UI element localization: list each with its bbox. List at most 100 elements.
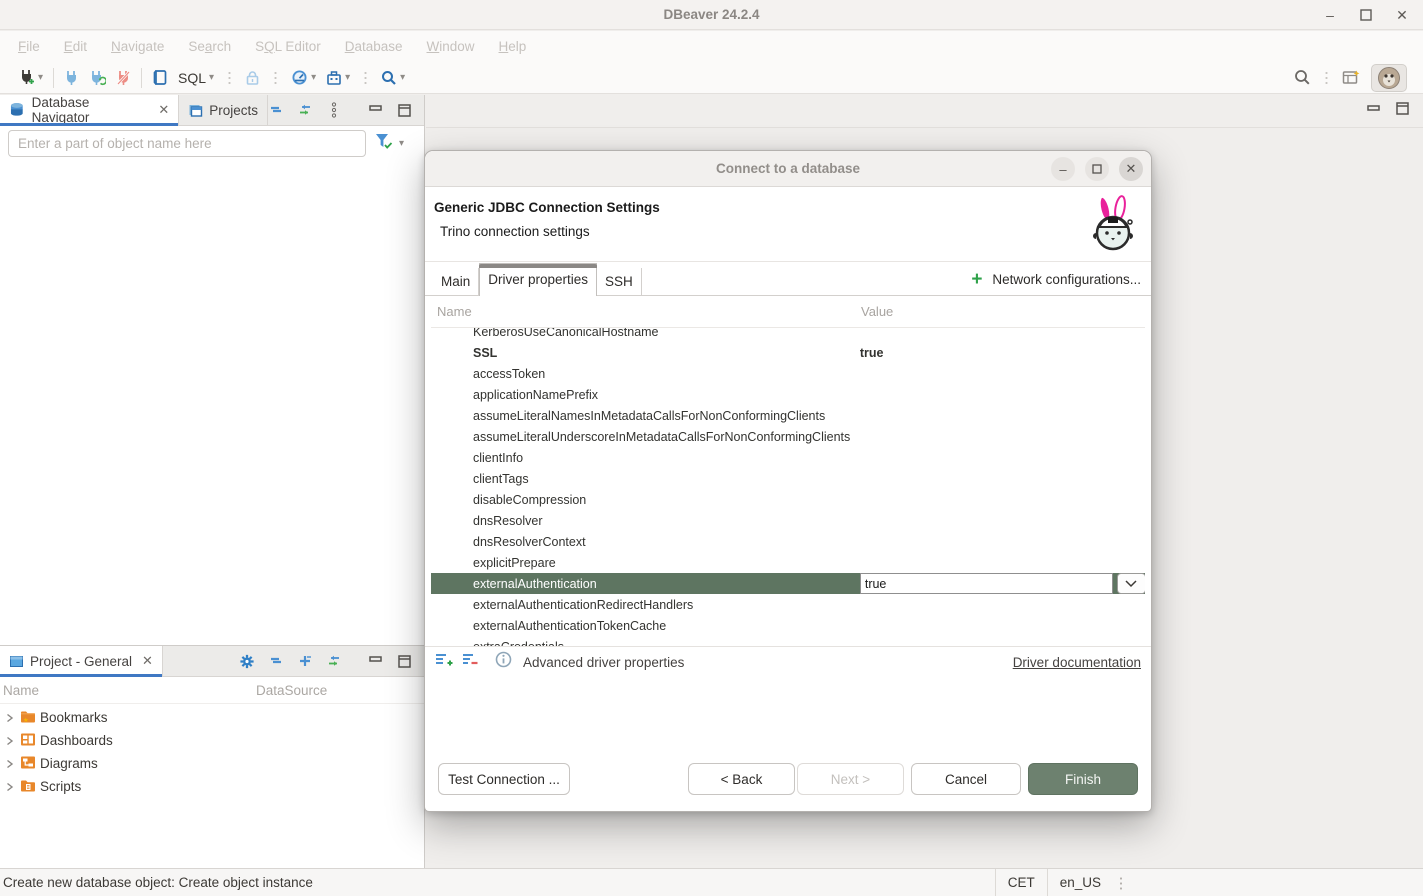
window-close-button[interactable]: ✕	[1391, 4, 1413, 26]
diagrams-icon	[20, 755, 36, 773]
menu-file[interactable]: File	[6, 31, 52, 62]
locale-indicator[interactable]: en_US	[1047, 869, 1113, 896]
chevron-down-icon[interactable]: ▾	[399, 138, 404, 149]
property-row[interactable]: accessToken	[431, 363, 1145, 384]
property-row[interactable]: SSLtrue	[431, 342, 1145, 363]
menu-search[interactable]: Search	[176, 31, 243, 62]
column-header-datasource[interactable]: DataSource	[256, 683, 327, 698]
property-name: KerberosUseCanonicalHostname	[431, 328, 860, 339]
property-row[interactable]: applicationNamePrefix	[431, 384, 1145, 405]
expander-chevron-icon[interactable]	[6, 713, 16, 723]
property-row[interactable]: dnsResolverContext	[431, 531, 1145, 552]
link-with-editor-icon[interactable]	[326, 653, 342, 669]
menu-database[interactable]: Database	[333, 31, 415, 62]
sql-dropdown-button[interactable]: SQL ▾	[176, 66, 216, 90]
property-name: externalAuthentication	[431, 577, 860, 591]
property-row[interactable]: assumeLiteralUnderscoreInMetadataCallsFo…	[431, 426, 1145, 447]
connect-button[interactable]	[62, 66, 81, 90]
close-icon[interactable]: ✕	[158, 102, 169, 118]
minimize-icon[interactable]	[1367, 102, 1380, 120]
finish-button[interactable]: Finish	[1028, 763, 1138, 795]
expand-all-icon[interactable]	[297, 653, 313, 669]
column-header-name[interactable]: Name	[0, 683, 256, 698]
property-value-input[interactable]	[860, 573, 1113, 594]
minimize-icon[interactable]	[367, 102, 383, 118]
view-menu-icon[interactable]	[326, 102, 342, 118]
property-row[interactable]: externalAuthenticationTokenCache	[431, 615, 1145, 636]
expander-chevron-icon[interactable]	[6, 782, 16, 792]
reconnect-button[interactable]	[87, 66, 108, 90]
window-minimize-button[interactable]: –	[1319, 4, 1341, 26]
collapse-all-icon[interactable]	[268, 653, 284, 669]
menu-edit[interactable]: Edit	[52, 31, 99, 62]
tree-item-dashboards[interactable]: Dashboards	[0, 729, 424, 752]
user-profile-button[interactable]	[1371, 64, 1407, 92]
minimize-icon[interactable]	[367, 653, 383, 669]
search-metadata-button[interactable]: ▾	[379, 66, 407, 90]
property-value	[860, 636, 1145, 646]
expander-chevron-icon[interactable]	[6, 759, 16, 769]
tab-project-general[interactable]: Project - General ✕	[0, 646, 163, 676]
dialog-close-button[interactable]: ✕	[1119, 157, 1143, 181]
properties-table[interactable]: KerberosUseCanonicalHostname SSLtrueacces…	[431, 328, 1145, 646]
dialog-titlebar[interactable]: Connect to a database – ✕	[425, 151, 1151, 187]
disconnect-button[interactable]	[114, 66, 133, 90]
property-row[interactable]: clientTags	[431, 468, 1145, 489]
tree-item-diagrams[interactable]: Diagrams	[0, 752, 424, 775]
tab-projects[interactable]: Projects	[179, 95, 268, 125]
maximize-icon[interactable]	[396, 653, 412, 669]
driver-documentation-link[interactable]: Driver documentation	[1013, 655, 1141, 670]
global-search-button[interactable]	[1292, 66, 1313, 90]
tab-main[interactable]: Main	[433, 268, 479, 295]
remove-property-icon[interactable]	[462, 652, 478, 673]
property-row[interactable]: assumeLiteralNamesInMetadataCallsForNonC…	[431, 405, 1145, 426]
tree-item-scripts[interactable]: Scripts	[0, 775, 424, 798]
link-with-editor-icon[interactable]	[297, 102, 313, 118]
next-button[interactable]: Next >	[797, 763, 904, 795]
column-header-value[interactable]: Value	[861, 304, 893, 319]
property-row[interactable]: extraCredentials	[431, 636, 1145, 646]
expander-chevron-icon[interactable]	[6, 736, 16, 746]
tab-driver-properties[interactable]: Driver properties	[479, 263, 597, 296]
tree-item-bookmarks[interactable]: Bookmarks	[0, 706, 424, 729]
filter-funnel-icon[interactable]	[374, 132, 393, 155]
property-row[interactable]: dnsResolver	[431, 510, 1145, 531]
dialog-maximize-button[interactable]	[1085, 157, 1109, 181]
menu-sql-editor[interactable]: SQL Editor	[243, 31, 333, 62]
lock-button[interactable]	[243, 66, 262, 90]
menu-window[interactable]: Window	[415, 31, 487, 62]
driver-manager-button[interactable]: ▾	[324, 66, 352, 90]
cancel-button[interactable]: Cancel	[911, 763, 1021, 795]
settings-gear-icon[interactable]	[239, 653, 255, 669]
info-icon	[495, 651, 512, 673]
add-property-icon[interactable]	[435, 652, 453, 673]
tab-database-navigator[interactable]: Database Navigator ✕	[0, 95, 179, 125]
navigator-tree-area[interactable]	[0, 161, 424, 646]
property-row[interactable]: KerberosUseCanonicalHostname	[431, 328, 1145, 342]
perspective-button[interactable]	[1340, 66, 1363, 90]
column-header-name[interactable]: Name	[431, 304, 861, 319]
network-configurations-button[interactable]: + Network configurations...	[971, 270, 1151, 289]
new-connection-button[interactable]: ▾	[16, 66, 45, 90]
property-value-dropdown-button[interactable]	[1117, 573, 1145, 594]
close-icon[interactable]: ✕	[142, 653, 153, 669]
dashboard-button[interactable]: ▾	[289, 66, 318, 90]
back-button[interactable]: < Back	[688, 763, 795, 795]
maximize-icon[interactable]	[1396, 102, 1409, 120]
window-maximize-button[interactable]	[1355, 4, 1377, 26]
menu-help[interactable]: Help	[487, 31, 539, 62]
timezone-indicator[interactable]: CET	[995, 869, 1047, 896]
menu-navigate[interactable]: Navigate	[99, 31, 176, 62]
property-row[interactable]: explicitPrepare	[431, 552, 1145, 573]
property-row[interactable]: externalAuthentication	[431, 573, 1145, 594]
property-row[interactable]: clientInfo	[431, 447, 1145, 468]
dialog-minimize-button[interactable]: –	[1051, 157, 1075, 181]
object-filter-input[interactable]	[8, 130, 366, 157]
test-connection-button[interactable]: Test Connection ...	[438, 763, 570, 795]
tab-ssh[interactable]: SSH	[597, 268, 642, 295]
property-row[interactable]: disableCompression	[431, 489, 1145, 510]
property-row[interactable]: externalAuthenticationRedirectHandlers	[431, 594, 1145, 615]
maximize-icon[interactable]	[396, 102, 412, 118]
sql-editor-button[interactable]	[150, 66, 170, 90]
collapse-all-icon[interactable]	[268, 102, 284, 118]
